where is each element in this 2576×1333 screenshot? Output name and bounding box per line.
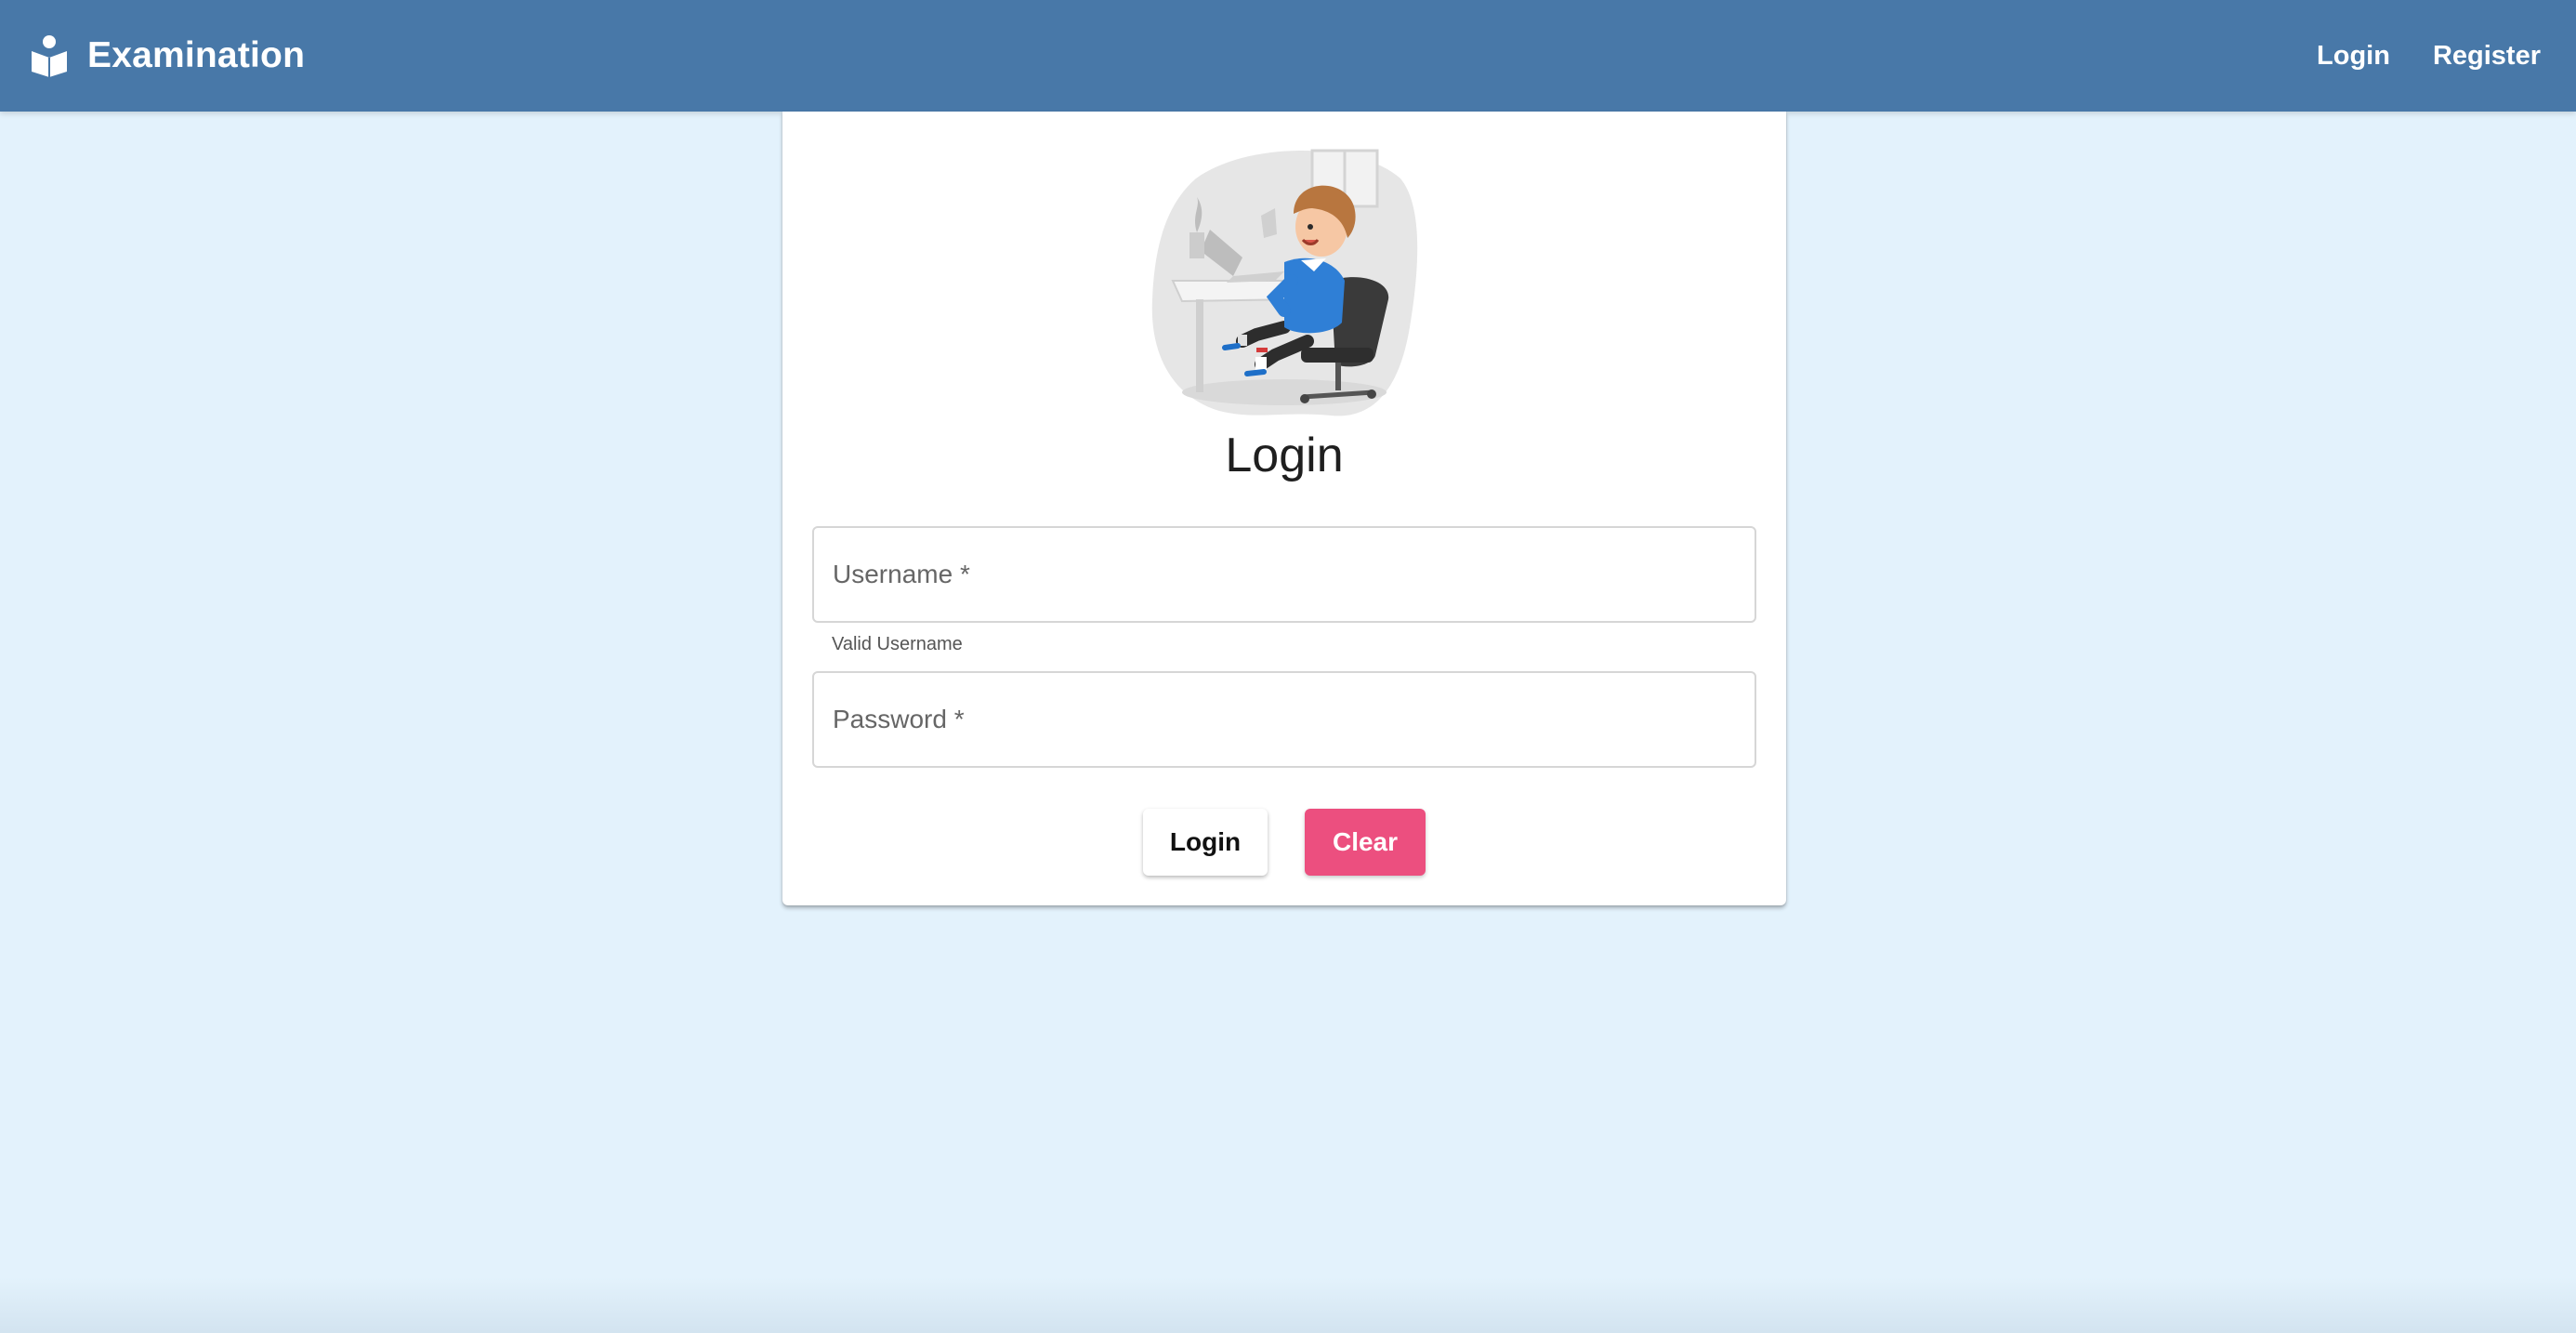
reader-icon [32, 35, 67, 77]
nav-login-link[interactable]: Login [2317, 41, 2390, 72]
username-field[interactable] [812, 526, 1756, 623]
login-card: Login Valid Username Login Clear [782, 112, 1786, 905]
clear-button[interactable]: Clear [1305, 809, 1426, 876]
person-at-desk-illustration [1151, 149, 1418, 416]
password-input[interactable] [833, 705, 1736, 734]
page-title: Login [1225, 429, 1344, 482]
password-field[interactable] [812, 671, 1756, 768]
username-helper-text: Valid Username [832, 634, 963, 654]
nav-register-link[interactable]: Register [2433, 41, 2541, 72]
username-input[interactable] [833, 560, 1736, 589]
brand[interactable]: Examination [30, 34, 305, 77]
top-nav: Login Register [2317, 41, 2541, 72]
top-app-bar: Examination Login Register [0, 0, 2576, 112]
login-button[interactable]: Login [1143, 809, 1268, 876]
app-title: Examination [87, 35, 306, 75]
bottom-shadow [0, 1277, 2576, 1333]
